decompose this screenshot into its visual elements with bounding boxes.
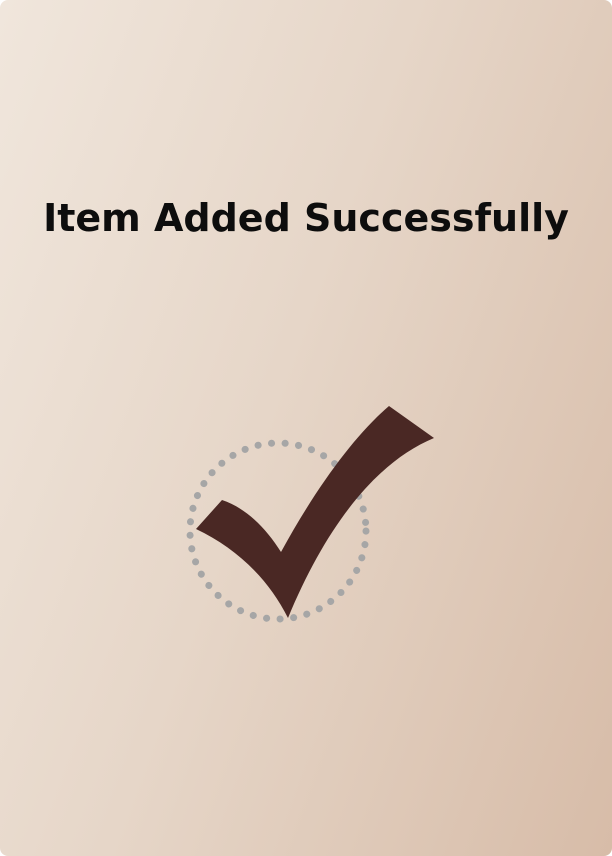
success-icon-group [176,396,442,636]
success-graphic [186,406,434,623]
success-title: Item Added Successfully [43,196,569,240]
check-mark-icon [196,406,434,618]
success-screen: Item Added Successfully [0,0,612,856]
